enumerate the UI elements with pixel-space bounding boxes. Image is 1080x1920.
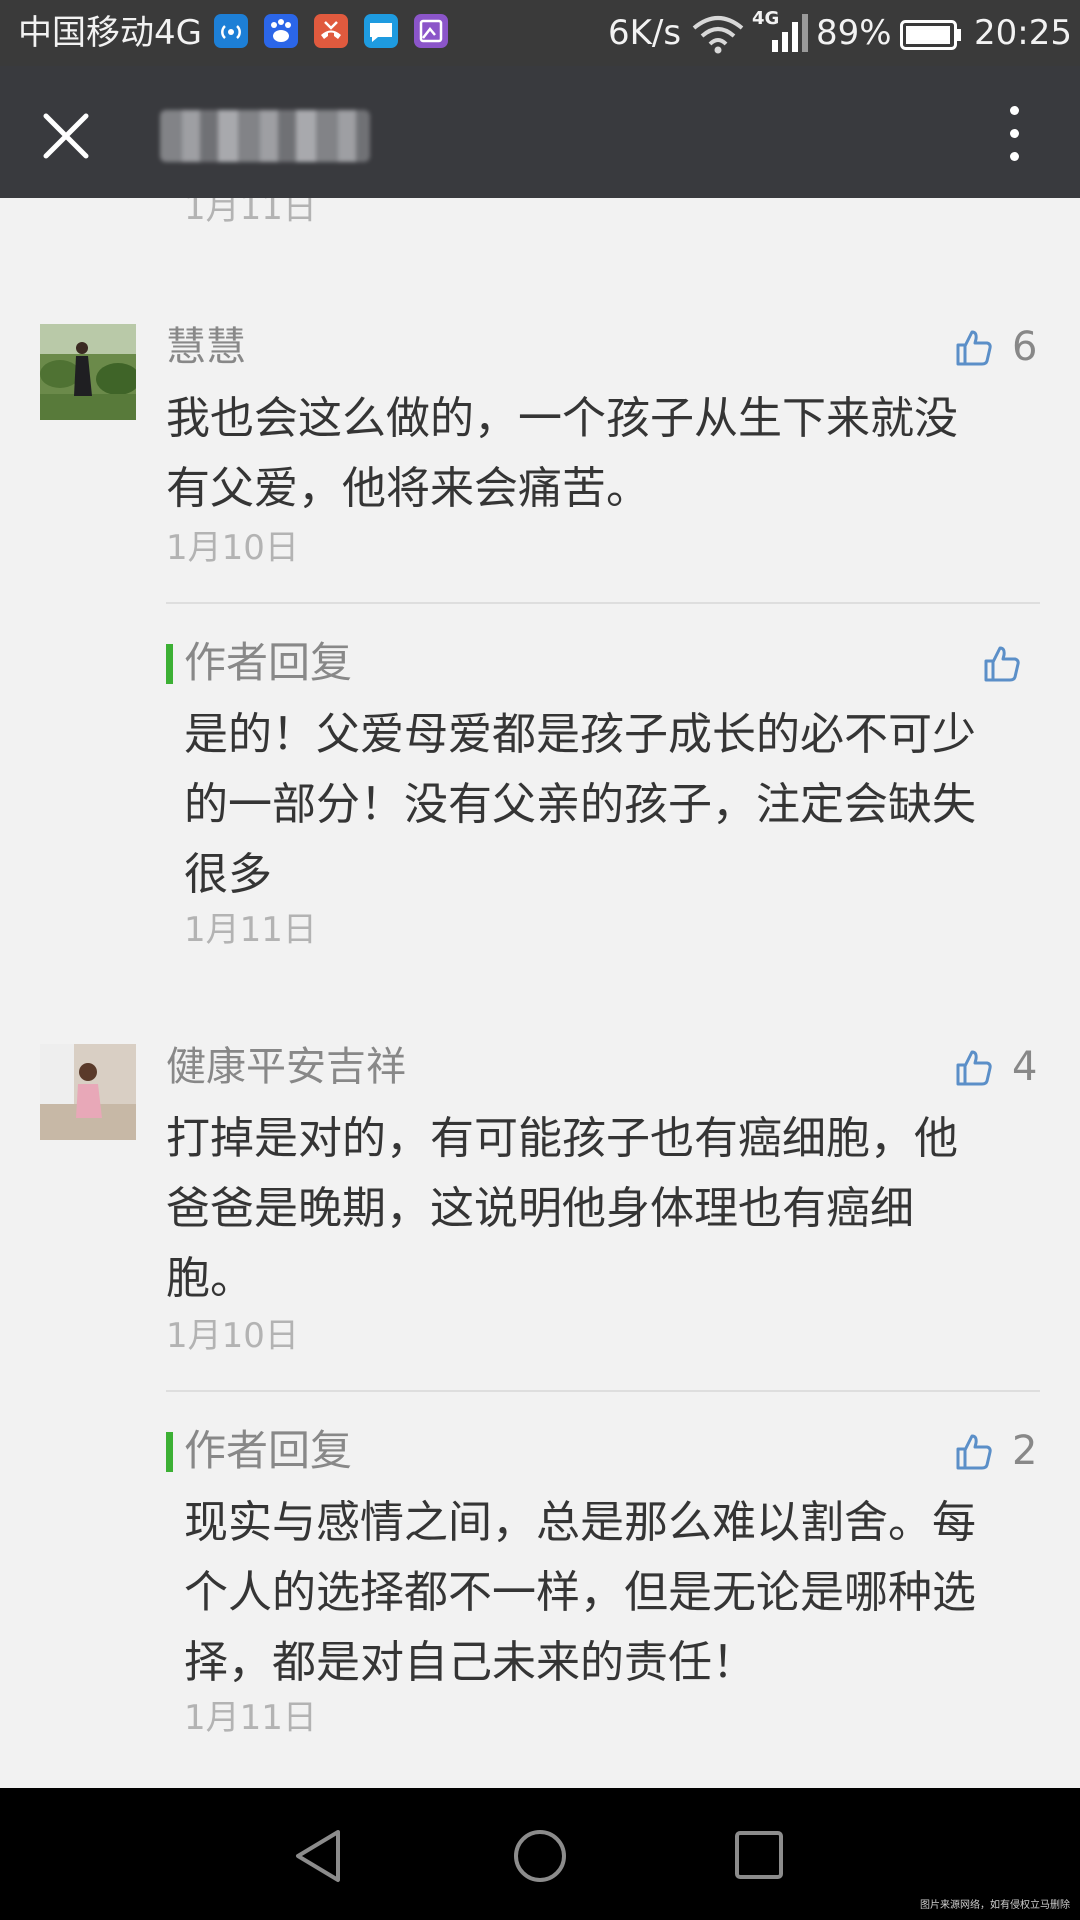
like-count: 2 xyxy=(1012,1428,1038,1474)
like-count: 6 xyxy=(1012,324,1038,370)
author-reply-label: 作者回复 xyxy=(184,1426,353,1475)
reply-indicator xyxy=(166,1432,173,1472)
comment-text: 我也会这么做的，一个孩子从生下来就没 有父爱，他将来会痛苦。 xyxy=(166,384,1046,524)
reply-text: 现实与感情之间，总是那么难以割舍。每 个人的选择都不一样，但是无论是哪种选 择，… xyxy=(184,1488,1044,1698)
battery-percent: 89% xyxy=(816,13,892,53)
comment-text-line: 有父爱，他将来会痛苦。 xyxy=(166,463,650,514)
clock: 20:25 xyxy=(974,13,1072,53)
like-count: 4 xyxy=(1012,1044,1038,1090)
comment-date: 1月10日 xyxy=(166,528,299,568)
watermark: 图片来源网络，如有侵权立马删除 xyxy=(920,1900,1070,1911)
title-bar xyxy=(0,66,1080,198)
blurred-title xyxy=(160,110,370,162)
recents-icon[interactable] xyxy=(734,1830,784,1880)
network-speed: 6K/s xyxy=(608,13,682,53)
comment-author: 健康平安吉祥 xyxy=(166,1044,406,1090)
comment-date: 1月10日 xyxy=(166,1316,299,1356)
avatar[interactable] xyxy=(40,324,136,420)
avatar[interactable] xyxy=(40,1044,136,1140)
reply-text-line: 是的！父爱母爱都是孩子成长的必不可少 xyxy=(184,709,976,760)
divider xyxy=(166,1390,1040,1392)
close-icon[interactable] xyxy=(36,106,96,166)
thumbs-up-icon[interactable] xyxy=(982,644,1022,684)
thumbs-up-icon[interactable] xyxy=(954,328,994,368)
comment-text-line: 爸爸是晚期，这说明他身体理也有癌细 xyxy=(166,1183,914,1234)
status-bar: 中国移动4G 6K/s 4G 89% 20:25 xyxy=(0,0,1080,66)
baidu-icon xyxy=(264,14,298,48)
comment-list: 1月11日 慧慧 6 我也会这么做的，一个孩子从生下来就没 有父爱，他将来会痛苦… xyxy=(0,198,1080,1788)
author-reply-label: 作者回复 xyxy=(184,638,353,687)
carrier-label: 中国移动4G xyxy=(18,13,202,53)
comment-text: 打掉是对的，有可能孩子也有癌细胞，他 爸爸是晚期，这说明他身体理也有癌细 胞。 xyxy=(166,1104,1046,1314)
reply-date: 1月11日 xyxy=(184,910,317,950)
comment-date: 1月11日 xyxy=(184,198,317,228)
reply-text-line: 很多 xyxy=(184,849,272,900)
reply-text-line: 择，都是对自己未来的责任！ xyxy=(184,1637,756,1688)
reply-text-line: 的一部分！没有父亲的孩子，注定会缺失 xyxy=(184,779,976,830)
comment-text-line: 打掉是对的，有可能孩子也有癌细胞，他 xyxy=(166,1113,958,1164)
reply-text-line: 现实与感情之间，总是那么难以割舍。每 xyxy=(184,1497,976,1548)
more-vertical-icon[interactable] xyxy=(1000,102,1028,166)
reply-indicator xyxy=(166,644,173,684)
comment-text-line: 我也会这么做的，一个孩子从生下来就没 xyxy=(166,393,958,444)
signal-icon xyxy=(772,14,808,52)
reply-text: 是的！父爱母爱都是孩子成长的必不可少 的一部分！没有父亲的孩子，注定会缺失 很多 xyxy=(184,700,1044,910)
system-nav-bar xyxy=(0,1788,1080,1920)
wifi-hotspot-icon xyxy=(214,14,248,48)
reply-date: 1月11日 xyxy=(184,1698,317,1738)
home-icon[interactable] xyxy=(512,1828,568,1884)
divider xyxy=(166,602,1040,604)
thumbs-up-icon[interactable] xyxy=(954,1048,994,1088)
back-icon[interactable] xyxy=(292,1828,344,1884)
missed-call-icon xyxy=(314,14,348,48)
battery-icon xyxy=(900,20,961,50)
reply-text-line: 个人的选择都不一样，但是无论是哪种选 xyxy=(184,1567,976,1618)
comment-text-line: 胞。 xyxy=(166,1253,254,1304)
message-icon xyxy=(364,14,398,48)
gallery-icon xyxy=(414,14,448,48)
comment-author: 慧慧 xyxy=(166,324,246,370)
thumbs-up-icon[interactable] xyxy=(954,1432,994,1472)
wifi-icon xyxy=(692,16,744,54)
